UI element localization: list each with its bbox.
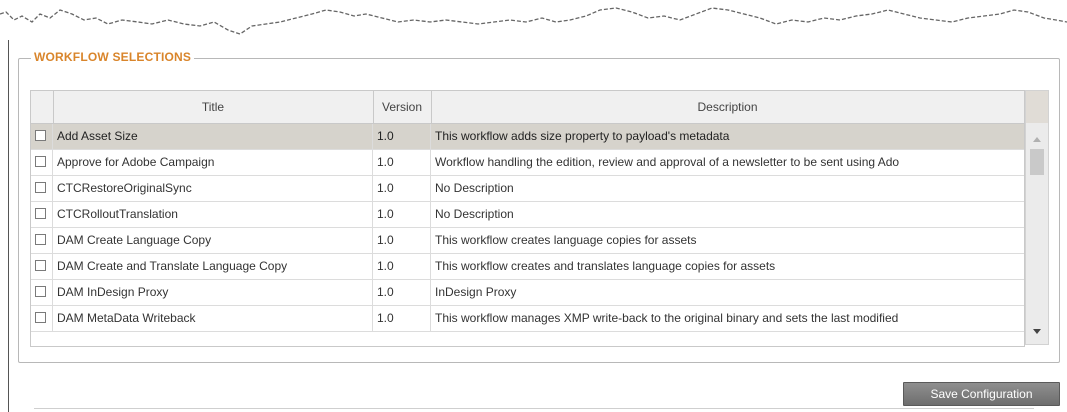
table-scrollbar[interactable] <box>1025 90 1049 345</box>
row-select-cell <box>31 150 53 175</box>
header-version[interactable]: Version <box>373 91 432 123</box>
table-row[interactable]: DAM Create Language Copy 1.0 This workfl… <box>31 228 1024 254</box>
row-title: DAM InDesign Proxy <box>53 280 373 305</box>
row-select-cell <box>31 228 53 253</box>
row-description: No Description <box>435 207 514 221</box>
scroll-thumb[interactable] <box>1030 149 1044 175</box>
table-header: Title Version Description <box>31 91 1024 124</box>
row-title: CTCRolloutTranslation <box>53 202 373 227</box>
workflow-table: Title Version Description Add Asset Size… <box>30 90 1025 347</box>
row-select-cell <box>31 176 53 201</box>
table-row[interactable]: CTCRestoreOriginalSync 1.0 No Descriptio… <box>31 176 1024 202</box>
row-checkbox[interactable] <box>35 182 46 193</box>
header-description[interactable]: Description <box>431 91 1024 123</box>
row-checkbox[interactable] <box>35 312 46 323</box>
row-version: 1.0 <box>373 202 431 227</box>
scrollbar-header-cap <box>1026 91 1048 123</box>
row-description: This workflow manages XMP write-back to … <box>435 311 899 325</box>
panel-left-border <box>8 40 9 412</box>
panel-legend: WORKFLOW SELECTIONS <box>31 50 195 64</box>
row-description: InDesign Proxy <box>435 285 517 299</box>
row-checkbox[interactable] <box>35 286 46 297</box>
row-version: 1.0 <box>373 306 431 331</box>
scroll-down-arrow-icon[interactable] <box>1033 329 1041 334</box>
row-checkbox[interactable] <box>35 208 46 219</box>
row-version: 1.0 <box>373 124 431 149</box>
torn-paper-edge <box>0 7 1067 35</box>
row-checkbox[interactable] <box>35 260 46 271</box>
table-row[interactable]: Approve for Adobe Campaign 1.0 Workflow … <box>31 150 1024 176</box>
row-description: This workflow creates language copies fo… <box>435 233 697 247</box>
row-title: DAM Create Language Copy <box>53 228 373 253</box>
row-checkbox[interactable] <box>35 130 46 141</box>
row-version: 1.0 <box>373 150 431 175</box>
scroll-up-arrow-icon[interactable] <box>1033 137 1041 142</box>
row-version: 1.0 <box>373 176 431 201</box>
table-row[interactable]: DAM InDesign Proxy 1.0 InDesign Proxy <box>31 280 1024 306</box>
row-select-cell <box>31 254 53 279</box>
row-title: Add Asset Size <box>53 124 373 149</box>
row-description: Workflow handling the edition, review an… <box>435 155 900 169</box>
row-select-cell <box>31 124 53 149</box>
row-checkbox[interactable] <box>35 234 46 245</box>
row-title: DAM Create and Translate Language Copy <box>53 254 373 279</box>
table-row[interactable]: DAM Create and Translate Language Copy 1… <box>31 254 1024 280</box>
row-select-cell <box>31 280 53 305</box>
row-description: No Description <box>435 181 514 195</box>
row-checkbox[interactable] <box>35 156 46 167</box>
row-version: 1.0 <box>373 228 431 253</box>
row-version: 1.0 <box>373 280 431 305</box>
header-title[interactable]: Title <box>53 91 374 123</box>
table-row[interactable]: CTCRolloutTranslation 1.0 No Description <box>31 202 1024 228</box>
row-title: DAM MetaData Writeback <box>53 306 373 331</box>
save-configuration-button[interactable]: Save Configuration <box>903 382 1060 406</box>
row-title: CTCRestoreOriginalSync <box>53 176 373 201</box>
row-title: Approve for Adobe Campaign <box>53 150 373 175</box>
row-select-cell <box>31 306 53 331</box>
row-description: This workflow adds size property to payl… <box>435 129 730 143</box>
row-description: This workflow creates and translates lan… <box>435 259 776 273</box>
panel-bottom-border <box>34 408 1034 409</box>
row-version: 1.0 <box>373 254 431 279</box>
table-row[interactable]: Add Asset Size 1.0 This workflow adds si… <box>31 124 1024 150</box>
row-select-cell <box>31 202 53 227</box>
header-select-column <box>31 91 54 123</box>
table-row[interactable]: DAM MetaData Writeback 1.0 This workflow… <box>31 306 1024 332</box>
